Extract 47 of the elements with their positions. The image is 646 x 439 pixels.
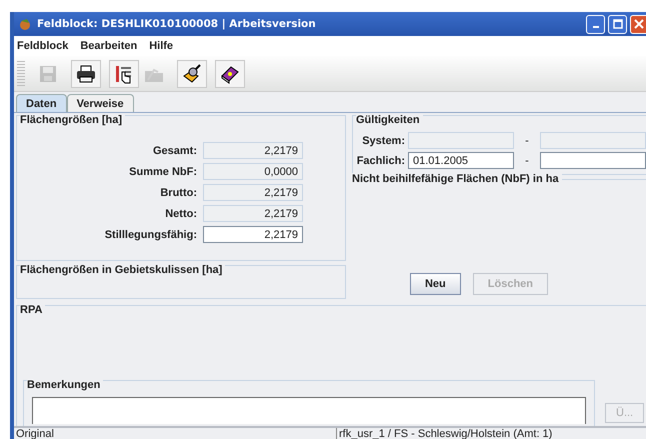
book-icon (220, 64, 240, 84)
status-field: rfk_usr_1 / FS - Schleswig/Holstein (Amt: 1) (337, 428, 552, 439)
toolbar-grip (17, 60, 25, 86)
tab[interactable]: Verweise (66, 94, 134, 112)
group-title: Bemerkungen (27, 379, 104, 391)
date-to-field[interactable] (540, 152, 646, 169)
range-dash: - (524, 134, 530, 146)
field-label: Gesamt: (152, 144, 197, 156)
group-title: Gültigkeiten (356, 114, 423, 126)
print-button[interactable] (71, 60, 101, 88)
input-field: 0,0000 (203, 163, 303, 180)
input-field: 2,2179 (203, 142, 303, 159)
menu-item[interactable]: Hilfe (149, 40, 174, 52)
printer-icon (76, 64, 96, 82)
group-title: Flächengrößen [ha] (20, 114, 126, 126)
input-field: 2,2179 (203, 205, 303, 222)
magnifier-icon (182, 64, 202, 84)
status-field: Original (14, 428, 337, 439)
close-button[interactable] (630, 14, 646, 34)
minimize-button[interactable] (586, 14, 605, 34)
field-label: Brutto: (159, 186, 197, 198)
input-field: 2,2179 (203, 184, 303, 201)
field-label: System: (361, 134, 405, 146)
input-field[interactable]: 2,2179 (203, 226, 303, 243)
field-label: Stilllegungsfähig: (104, 228, 197, 240)
group-title: Flächengrößen in Gebietskulissen [ha] (20, 264, 226, 276)
group-title: Nicht beihilfefähige Flächen (NbF) in ha (352, 173, 562, 185)
range-dash: - (524, 154, 530, 166)
field-label: Netto: (164, 208, 197, 220)
new-button[interactable]: Neu (410, 273, 461, 295)
remarks-field[interactable] (32, 397, 586, 424)
pointer-list-button[interactable] (109, 60, 139, 88)
maximize-icon (612, 19, 622, 29)
minimize-icon (592, 26, 598, 28)
tab[interactable]: Daten (16, 94, 67, 112)
maximize-button[interactable] (608, 14, 627, 34)
date-from-field[interactable]: 01.01.2005 (408, 152, 514, 169)
group-title: RPA (20, 304, 46, 316)
field-label: Fachlich: (356, 154, 405, 166)
hand-pointer-list-icon (114, 64, 134, 84)
close-icon (634, 19, 644, 29)
menu-item[interactable]: Feldblock (17, 40, 68, 52)
magnifier-button[interactable] (177, 60, 207, 88)
menu-item[interactable]: Bearbeiten (80, 40, 138, 52)
field-label: Summe NbF: (128, 166, 197, 178)
window-title: Feldblock: DESHLIK010100008 | Arbeitsversion (37, 18, 316, 30)
help-book-button[interactable] (215, 60, 245, 88)
